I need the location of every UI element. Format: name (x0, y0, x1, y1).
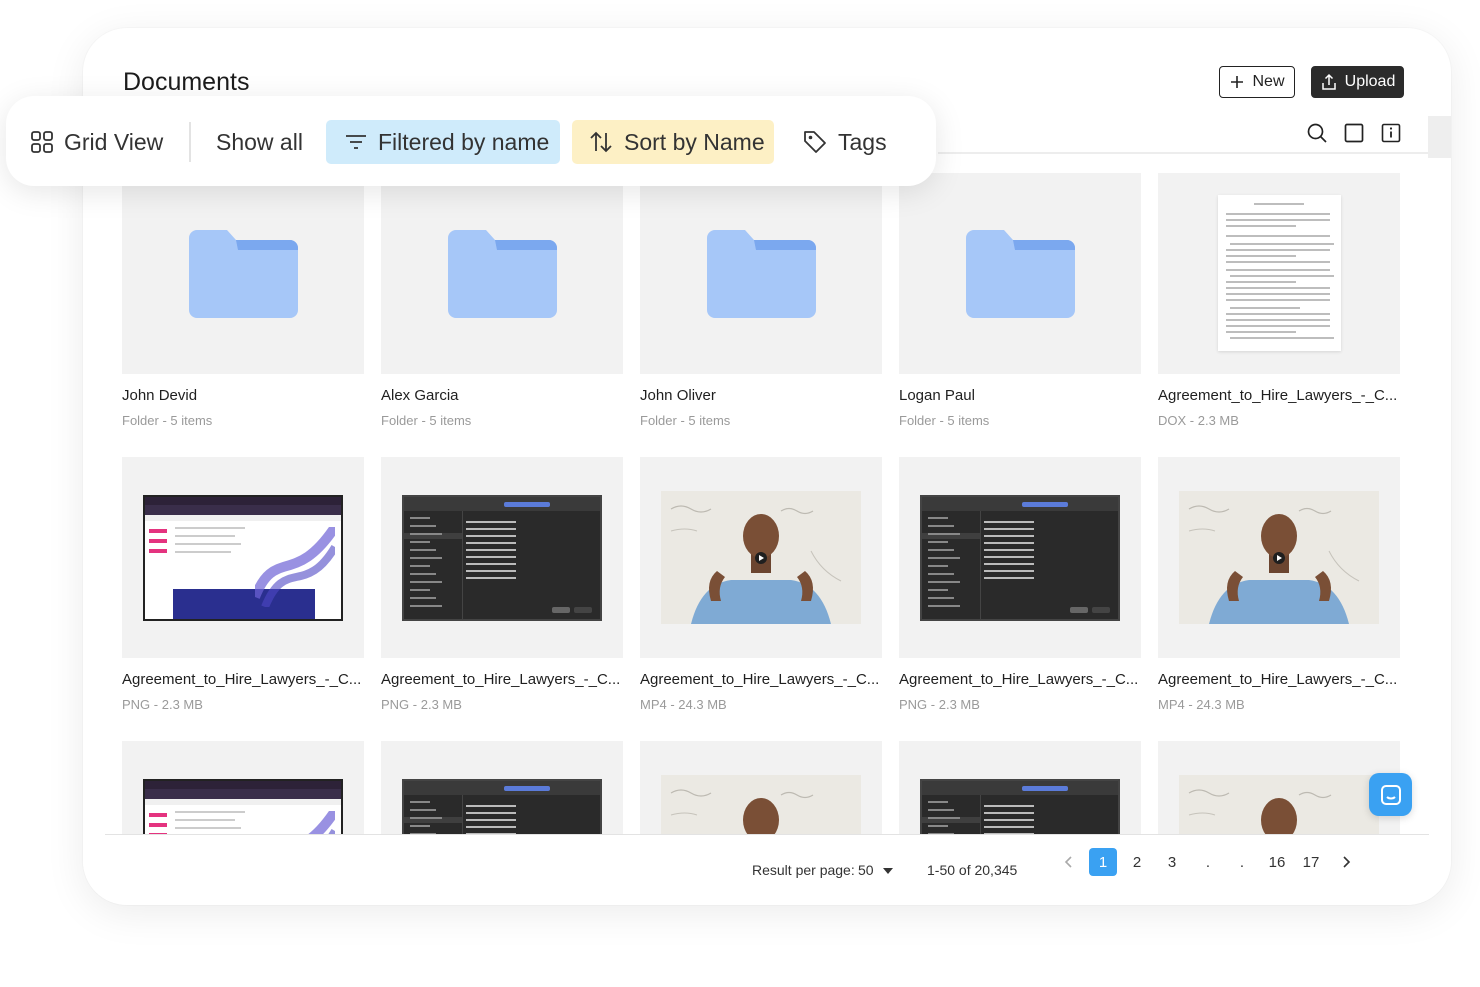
tile-thumbnail[interactable] (122, 173, 364, 374)
per-page-value: 50 (858, 862, 874, 878)
tile-meta: Folder - 5 items (640, 413, 731, 428)
grid-icon (31, 131, 53, 153)
toolbar-separator (189, 122, 191, 162)
filter-label: Filtered by name (378, 128, 550, 155)
page-number[interactable]: 17 (1297, 848, 1325, 876)
tile-meta: DOX - 2.3 MB (1158, 413, 1239, 428)
tile-thumbnail[interactable] (640, 173, 882, 374)
tile-name: Agreement_to_Hire_Lawyers_-_C... (1158, 387, 1398, 404)
per-page-label: Result per page: (752, 862, 855, 878)
search-icon[interactable] (1306, 122, 1328, 144)
chat-icon (1380, 784, 1401, 805)
tile-thumbnail[interactable] (640, 457, 882, 658)
folder-icon (707, 230, 816, 318)
toolbar-edge (1428, 116, 1451, 158)
tile-name: Agreement_to_Hire_Lawyers_-_C... (899, 671, 1139, 688)
tile-name: John Devid (122, 387, 198, 404)
sort-button[interactable]: Sort by Name (572, 120, 774, 164)
tile-name: Logan Paul (899, 387, 975, 404)
filter-button[interactable]: Filtered by name (326, 120, 560, 164)
square-icon[interactable] (1343, 122, 1365, 144)
page-number[interactable]: 1 (1089, 848, 1117, 876)
tile-meta: PNG - 2.3 MB (899, 697, 980, 712)
screenshot-preview (143, 495, 343, 621)
tile-name: Agreement_to_Hire_Lawyers_-_C... (1158, 671, 1398, 688)
document-preview (1218, 195, 1341, 351)
page-number[interactable]: 2 (1123, 848, 1151, 876)
tile-name: Agreement_to_Hire_Lawyers_-_C... (640, 671, 880, 688)
tile-meta: PNG - 2.3 MB (122, 697, 203, 712)
folder-icon (966, 230, 1075, 318)
video-preview (661, 491, 861, 624)
upload-button[interactable]: Upload (1311, 66, 1404, 98)
show-all-button[interactable]: Show all (216, 120, 303, 164)
caret-down-icon (883, 868, 894, 874)
tile-name: Alex Garcia (381, 387, 459, 404)
upload-button-label: Upload (1344, 73, 1396, 90)
page-number[interactable]: 3 (1158, 848, 1186, 876)
tile-meta: Folder - 5 items (381, 413, 472, 428)
footer-divider (105, 834, 1429, 835)
result-range: 1-50 of 20,345 (927, 862, 1018, 878)
new-button-label: New (1252, 73, 1285, 90)
pagination-ellipsis: . (1205, 853, 1211, 871)
tile-thumbnail[interactable] (381, 173, 623, 374)
page-title: Documents (123, 68, 250, 96)
tile-name: John Oliver (640, 387, 716, 404)
tile-meta: MP4 - 24.3 MB (1158, 697, 1245, 712)
folder-icon (189, 230, 298, 318)
tile-name: Agreement_to_Hire_Lawyers_-_C... (122, 671, 362, 688)
sort-icon (590, 131, 612, 153)
chevron-right-icon[interactable] (1340, 855, 1352, 869)
chat-button[interactable] (1369, 773, 1412, 816)
tag-icon (804, 131, 826, 153)
show-all-label: Show all (216, 128, 303, 155)
view-toolbar: Grid View Show all Filtered by name Sort… (6, 96, 936, 186)
tile-thumbnail[interactable] (899, 173, 1141, 374)
video-preview (1179, 491, 1379, 624)
new-button[interactable]: New (1219, 66, 1295, 98)
grid-view-button[interactable]: Grid View (30, 120, 163, 164)
tile-thumbnail[interactable] (381, 457, 623, 658)
pagination-ellipsis: . (1239, 853, 1245, 871)
upload-icon (1321, 73, 1336, 90)
chevron-left-icon[interactable] (1063, 855, 1075, 869)
per-page-select[interactable]: 50 (858, 862, 894, 878)
tags-label: Tags (838, 128, 887, 155)
tile-thumbnail[interactable] (1158, 173, 1400, 374)
screenshot-preview (402, 495, 602, 621)
tile-thumbnail[interactable] (1158, 457, 1400, 658)
tags-button[interactable]: Tags (802, 120, 887, 164)
folder-icon (448, 230, 557, 318)
tile-meta: PNG - 2.3 MB (381, 697, 462, 712)
plus-icon (1231, 76, 1244, 88)
grid-view-label: Grid View (64, 128, 164, 155)
tile-name: Agreement_to_Hire_Lawyers_-_C... (381, 671, 621, 688)
info-icon[interactable] (1380, 122, 1402, 144)
tile-thumbnail[interactable] (899, 457, 1141, 658)
toolbar-divider (938, 152, 1451, 154)
tile-thumbnail[interactable] (122, 457, 364, 658)
screenshot-preview (920, 495, 1120, 621)
sort-label: Sort by Name (624, 128, 765, 155)
tile-meta: Folder - 5 items (122, 413, 213, 428)
page-number[interactable]: 16 (1263, 848, 1291, 876)
tile-meta: Folder - 5 items (899, 413, 990, 428)
tile-meta: MP4 - 24.3 MB (640, 697, 727, 712)
filter-icon (346, 135, 366, 149)
